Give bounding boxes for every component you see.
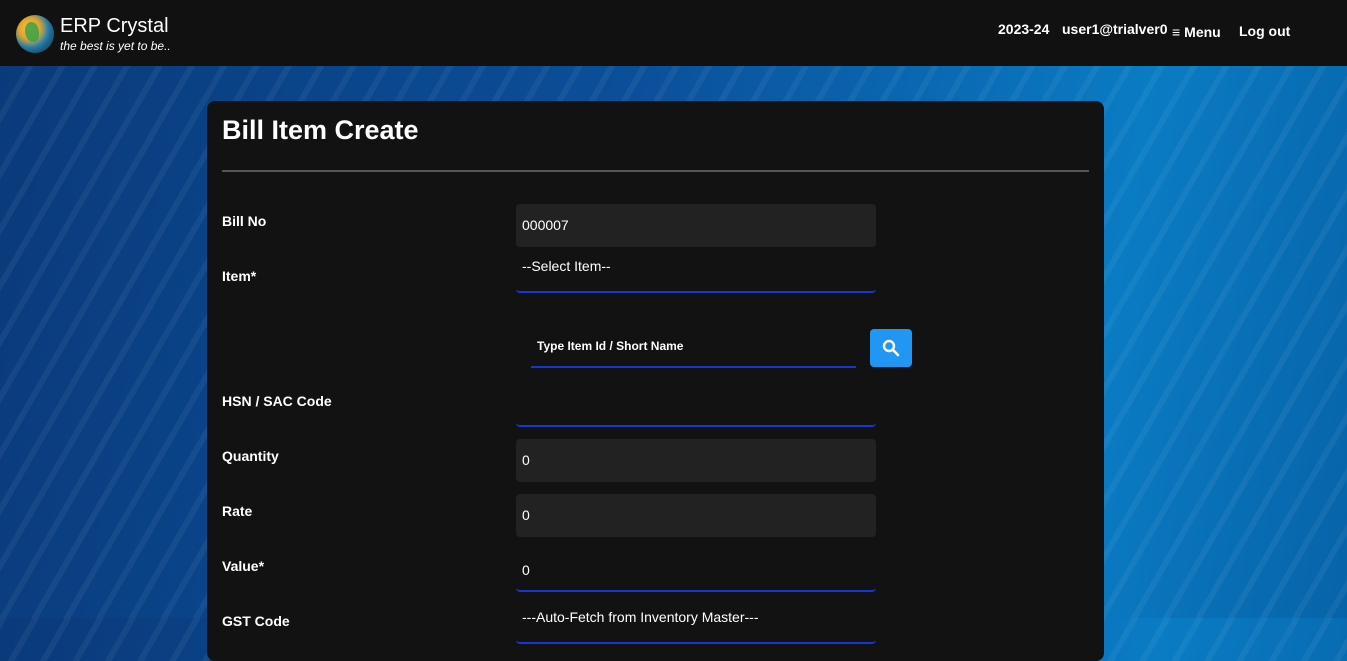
value-field[interactable]: 0 xyxy=(516,549,876,592)
app-tagline: the best is yet to be.. xyxy=(60,39,171,53)
logout-link[interactable]: Log out xyxy=(1239,23,1290,39)
current-user[interactable]: user1@trialver0 xyxy=(1062,21,1168,37)
menu-label: Menu xyxy=(1184,24,1221,40)
menu-button[interactable]: ≡ Menu xyxy=(1172,24,1221,40)
financial-year[interactable]: 2023-24 xyxy=(998,21,1049,37)
globe-icon[interactable] xyxy=(16,15,54,53)
rate-label: Rate xyxy=(222,503,253,519)
value-label: Value* xyxy=(222,558,265,574)
hsn-label: HSN / SAC Code xyxy=(222,393,332,409)
quantity-field[interactable]: 0 xyxy=(516,439,876,482)
item-label: Item* xyxy=(222,268,257,284)
rate-field[interactable]: 0 xyxy=(516,494,876,537)
title-divider xyxy=(222,170,1089,172)
hamburger-icon: ≡ xyxy=(1172,24,1181,40)
item-select[interactable]: --Select Item-- xyxy=(516,250,876,293)
bill-no-field[interactable]: 000007 xyxy=(516,204,876,247)
bill-item-form-card: Bill Item Create Bill No 000007 Item* --… xyxy=(207,101,1104,661)
search-button[interactable] xyxy=(870,329,912,367)
page-title: Bill Item Create xyxy=(222,115,419,145)
gst-code-label: GST Code xyxy=(222,613,290,629)
bill-no-label: Bill No xyxy=(222,213,267,229)
item-search-input[interactable]: Type Item Id / Short Name xyxy=(531,329,856,368)
top-navbar: ERP Crystal the best is yet to be.. 2023… xyxy=(0,0,1347,66)
gst-code-select[interactable]: ---Auto-Fetch from Inventory Master--- xyxy=(516,601,876,644)
app-title[interactable]: ERP Crystal xyxy=(60,15,169,38)
search-icon xyxy=(882,339,900,357)
quantity-label: Quantity xyxy=(222,448,279,464)
hsn-field[interactable] xyxy=(516,384,876,427)
